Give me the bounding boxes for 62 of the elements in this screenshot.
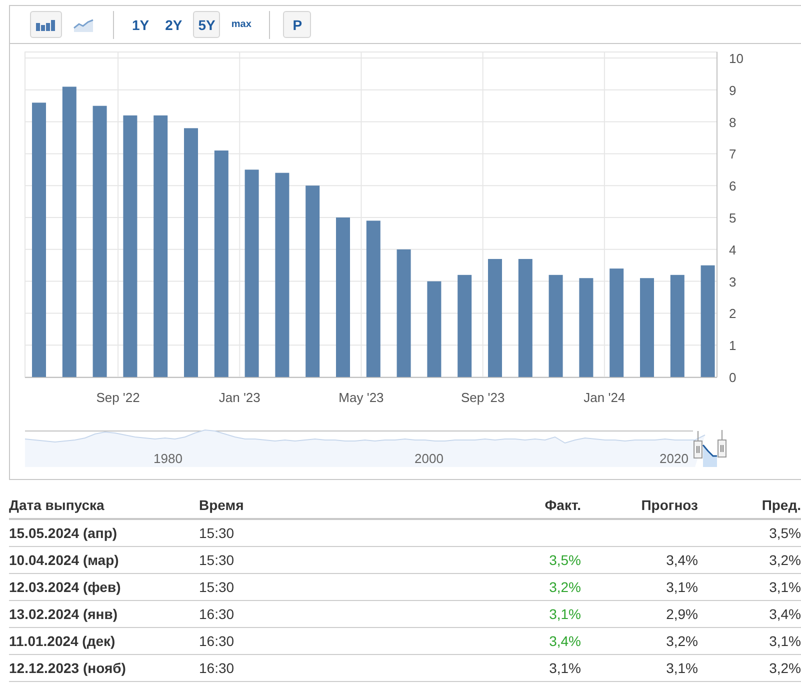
range-button[interactable]: 5Y bbox=[193, 11, 220, 38]
p-button[interactable]: P bbox=[283, 11, 312, 38]
axis-label: 6 bbox=[729, 178, 736, 194]
column-header: Дата выпуска bbox=[9, 493, 199, 519]
axis-label: 5 bbox=[729, 210, 736, 226]
table-cell: 16:30 bbox=[199, 654, 449, 682]
table-cell: 15.05.2024 (апр) bbox=[9, 519, 199, 546]
table-cell: 3,2% bbox=[549, 579, 581, 595]
table-cell: 12.03.2024 (фев) bbox=[9, 574, 199, 600]
range-button[interactable]: max bbox=[226, 11, 256, 38]
axis-label: Jan '23 bbox=[218, 390, 260, 405]
axis-label: 4 bbox=[729, 242, 736, 258]
axis-label: 3 bbox=[729, 274, 736, 290]
table-cell: 3,5% bbox=[698, 519, 801, 546]
axis-label: Sep '22 bbox=[96, 390, 140, 405]
navigator-label: 2020 bbox=[660, 451, 688, 466]
range-selector[interactable] bbox=[702, 444, 717, 467]
axis-label: 10 bbox=[729, 51, 744, 66]
bar-chart-button[interactable] bbox=[30, 11, 62, 38]
table-cell: 3,4% bbox=[698, 600, 801, 628]
table-cell: 3,4% bbox=[549, 633, 581, 649]
column-header: Факт. bbox=[449, 493, 581, 519]
range-button[interactable]: 1Y bbox=[127, 11, 154, 38]
table-cell: 15:30 bbox=[199, 519, 449, 546]
range-handle[interactable] bbox=[718, 430, 726, 458]
range-button[interactable]: 2Y bbox=[160, 11, 188, 38]
axis-label: May '23 bbox=[338, 390, 384, 405]
axis-label: 7 bbox=[729, 146, 736, 162]
axis-label: Jan '24 bbox=[584, 390, 626, 405]
axis-label: 8 bbox=[729, 114, 736, 130]
table-cell: 3,2% bbox=[698, 546, 801, 574]
table-cell: 3,1% bbox=[698, 574, 801, 600]
axis-label: 0 bbox=[729, 370, 736, 385]
table-cell: 3,2% bbox=[581, 628, 698, 654]
navigator-label: 2000 bbox=[414, 451, 444, 466]
area-chart-icon bbox=[73, 16, 95, 32]
table-cell: 12.12.2023 (нояб) bbox=[9, 654, 199, 682]
column-header: Время bbox=[199, 493, 449, 519]
table-cell: 3,4% bbox=[581, 546, 698, 574]
table-cell: 15:30 bbox=[199, 546, 449, 574]
table-cell: 16:30 bbox=[199, 600, 449, 628]
axis-label: 2 bbox=[729, 306, 736, 322]
column-header: Пред. bbox=[698, 493, 801, 519]
axis-label: 1 bbox=[729, 338, 736, 354]
table-cell: 3,1% bbox=[581, 654, 698, 682]
table-cell: 3,1% bbox=[698, 628, 801, 654]
navigator-label: 1980 bbox=[154, 451, 182, 466]
table-cell: 10.04.2024 (мар) bbox=[9, 546, 199, 574]
column-header: Прогноз bbox=[581, 493, 698, 519]
range-handle[interactable] bbox=[694, 430, 702, 458]
axis-label: 9 bbox=[729, 82, 736, 98]
table-cell: 3,5% bbox=[549, 552, 581, 568]
axis-label: Sep '23 bbox=[461, 390, 505, 405]
table-cell: 11.01.2024 (дек) bbox=[9, 628, 199, 654]
table-cell: 3,2% bbox=[698, 654, 801, 682]
table-cell: 2,9% bbox=[581, 600, 698, 628]
table-cell: 16:30 bbox=[199, 628, 449, 654]
table-cell: 15:30 bbox=[199, 574, 449, 600]
table-cell: 3,1% bbox=[581, 574, 698, 600]
table-cell: 13.02.2024 (янв) bbox=[9, 600, 199, 628]
table-cell: 3,1% bbox=[549, 660, 581, 676]
table-cell: 3,1% bbox=[549, 606, 581, 622]
